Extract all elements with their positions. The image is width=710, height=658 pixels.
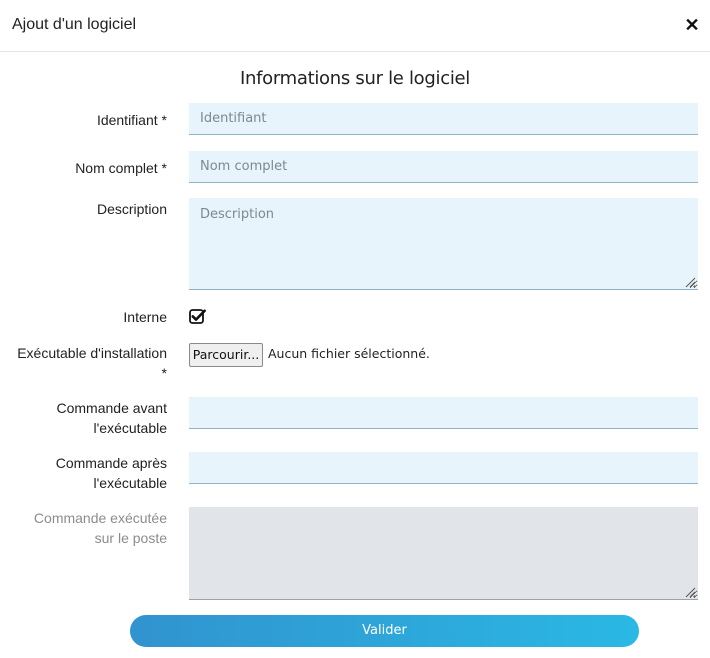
submit-button[interactable]: Valider <box>130 615 639 647</box>
commande-apres-label: Commande après l'exécutable <box>0 453 167 493</box>
commande-avant-input[interactable] <box>189 397 698 429</box>
executable-label: Exécutable d'installation * <box>0 343 167 383</box>
interne-label: Interne <box>123 309 167 325</box>
file-status-text: Aucun fichier sélectionné. <box>268 346 430 361</box>
resize-grip-icon[interactable] <box>684 276 696 288</box>
close-button[interactable]: ✕ <box>684 14 700 36</box>
commande-apres-label-line2: l'exécutable <box>93 475 168 491</box>
dialog-title: Ajout d'un logiciel <box>12 16 137 33</box>
description-label: Description <box>96 201 167 217</box>
executable-label-line1: Exécutable d'installation <box>17 345 167 361</box>
commande-avant-label: Commande avant l'exécutable <box>0 398 167 438</box>
commande-executee-label: Commande exécutée sur le poste <box>0 508 167 548</box>
commande-apres-label-line1: Commande après <box>55 455 167 471</box>
close-icon: ✕ <box>684 15 700 35</box>
commande-executee-label-line2: sur le poste <box>94 530 167 546</box>
commande-apres-input[interactable] <box>189 452 698 484</box>
identifiant-label: Identifiant * <box>96 112 167 128</box>
nom-complet-input[interactable] <box>189 151 698 183</box>
nom-complet-label: Nom complet * <box>75 160 167 176</box>
resize-grip-icon[interactable] <box>684 586 696 598</box>
commande-executee-textarea <box>189 507 698 600</box>
identifiant-input[interactable] <box>189 103 698 135</box>
commande-avant-label-line2: l'exécutable <box>93 420 168 436</box>
description-textarea[interactable] <box>189 198 698 290</box>
dialog-header: Ajout d'un logiciel ✕ <box>0 0 710 52</box>
browse-file-button[interactable]: Parcourir... <box>189 343 263 367</box>
interne-checkbox[interactable] <box>189 308 206 325</box>
executable-label-line2: * <box>161 365 167 381</box>
commande-avant-label-line1: Commande avant <box>56 400 167 416</box>
commande-executee-label-line1: Commande exécutée <box>33 510 167 526</box>
section-title: Informations sur le logiciel <box>239 68 470 89</box>
